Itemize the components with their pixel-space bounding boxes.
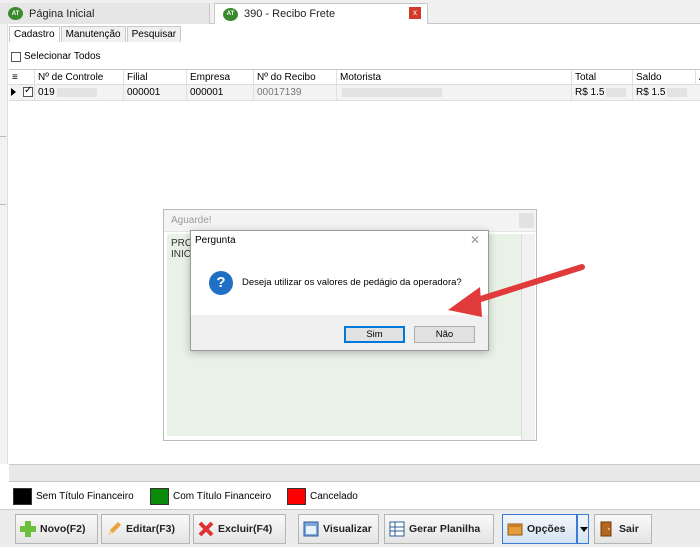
cell-recibo: 00017139	[253, 85, 336, 100]
table-row[interactable]: 019 000001 000001 00017139 R$ 1.5 R$ 1.5	[9, 85, 700, 101]
col-header-overflow: A	[695, 70, 700, 85]
window-icon	[303, 521, 319, 537]
close-icon[interactable]: x	[409, 7, 421, 19]
grid-menu-icon[interactable]: ≡	[9, 70, 34, 85]
exit-door-icon	[600, 521, 612, 537]
delete-x-icon	[198, 521, 214, 537]
status-strip	[9, 464, 700, 482]
tab-recibo-frete[interactable]: AT 390 - Recibo Frete x	[214, 3, 428, 24]
novo-button[interactable]: Novo(F2)	[15, 514, 98, 544]
excluir-button[interactable]: Excluir(F4)	[193, 514, 286, 544]
tab-cadastro[interactable]: Cadastro	[9, 26, 60, 42]
col-header-recibo[interactable]: Nº do Recibo	[253, 70, 336, 85]
tab-label: 390 - Recibo Frete	[244, 8, 336, 20]
no-button[interactable]: Não	[414, 326, 475, 343]
question-icon: ?	[209, 271, 233, 295]
legend-swatch	[13, 488, 32, 505]
close-icon[interactable]: ✕	[470, 231, 480, 250]
cell-controle: 019	[34, 85, 123, 100]
cell-total: R$ 1.5	[571, 85, 632, 100]
app-logo-icon: AT	[223, 7, 238, 21]
cell-empresa: 000001	[186, 85, 253, 100]
col-header-motorista[interactable]: Motorista	[336, 70, 571, 85]
opcoes-button[interactable]: Opções	[502, 514, 577, 544]
legend-swatch	[150, 488, 169, 505]
annotation-arrow-icon	[448, 264, 585, 317]
question-message: Deseja utilizar os valores de pedágio da…	[242, 277, 462, 288]
col-header-empresa[interactable]: Empresa	[186, 70, 253, 85]
legend-label: Sem Título Financeiro	[36, 491, 134, 502]
legend-swatch	[287, 488, 306, 505]
spreadsheet-icon	[389, 521, 405, 537]
legend-com-titulo: Com Título Financeiro	[150, 488, 271, 505]
cell-saldo: R$ 1.5	[632, 85, 695, 100]
visualizar-button[interactable]: Visualizar	[298, 514, 379, 544]
col-header-controle[interactable]: Nº de Controle	[34, 70, 123, 85]
row-checkbox[interactable]	[23, 85, 33, 97]
tab-pesquisar[interactable]: Pesquisar	[126, 26, 182, 42]
yes-button[interactable]: Sim	[344, 326, 405, 343]
question-dialog-titlebar: Pergunta ✕	[191, 231, 488, 250]
col-header-filial[interactable]: Filial	[123, 70, 186, 85]
tab-pagina-inicial[interactable]: AT Página Inicial	[0, 3, 210, 24]
cell-filial: 000001	[123, 85, 186, 100]
app-logo-icon: AT	[8, 7, 23, 20]
legend-label: Com Título Financeiro	[173, 491, 272, 502]
select-all-checkbox-row[interactable]: Selecionar Todos	[11, 51, 101, 62]
subtab-bar: Cadastro Manutenção Pesquisar	[9, 26, 182, 42]
legend-label: Cancelado	[310, 491, 358, 502]
plus-icon	[20, 521, 36, 537]
editar-button[interactable]: Editar(F3)	[101, 514, 190, 544]
grid-header: ≡ Nº de Controle Filial Empresa Nº do Re…	[9, 70, 700, 85]
wait-dialog-title: Aguarde!	[164, 210, 536, 232]
opcoes-dropdown-toggle[interactable]	[577, 514, 589, 544]
bottom-toolbar: Novo(F2) Editar(F3) Excluir(F4) Visualiz…	[0, 509, 700, 547]
left-side-panel	[0, 24, 8, 464]
gerar-planilha-button[interactable]: Gerar Planilha	[384, 514, 494, 544]
divider	[0, 204, 6, 205]
cell-motorista	[336, 85, 571, 100]
legend-sem-titulo: Sem Título Financeiro	[13, 488, 134, 505]
select-all-label: Selecionar Todos	[24, 51, 101, 62]
document-tab-bar: AT Página Inicial AT 390 - Recibo Frete …	[0, 0, 700, 24]
sair-button[interactable]: Sair	[594, 514, 652, 544]
question-dialog-title: Pergunta	[195, 235, 236, 246]
wait-dialog-close-button[interactable]	[519, 213, 534, 228]
select-all-checkbox[interactable]	[11, 51, 21, 62]
row-indicator-icon	[11, 88, 16, 96]
tab-manutencao[interactable]: Manutenção	[60, 26, 126, 42]
col-header-total[interactable]: Total	[571, 70, 632, 85]
legend-cancelado: Cancelado	[287, 488, 358, 505]
col-header-saldo[interactable]: Saldo	[632, 70, 695, 85]
pencil-icon	[108, 522, 121, 535]
box-icon	[507, 523, 523, 536]
divider	[0, 136, 6, 137]
tab-label: Página Inicial	[29, 7, 95, 20]
